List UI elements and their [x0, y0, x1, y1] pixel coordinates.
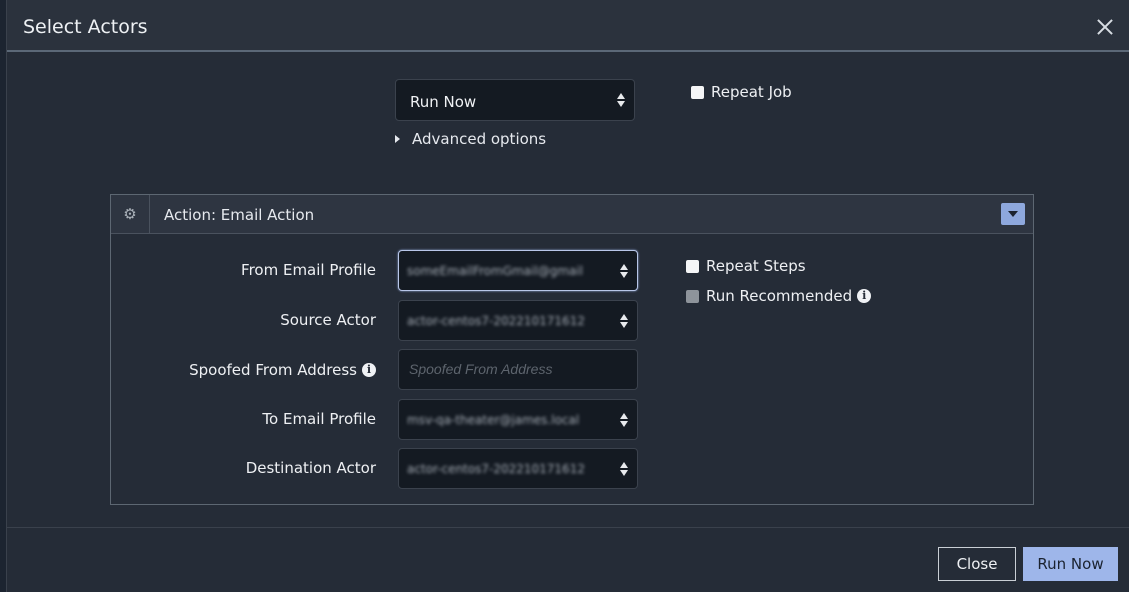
action-panel-header: ⚙ Action: Email Action: [111, 195, 1033, 234]
info-icon[interactable]: i: [362, 363, 376, 377]
close-button[interactable]: Close: [938, 547, 1016, 581]
footer-divider: [7, 527, 1129, 528]
from-email-profile-value: someEmailFromGmail@gmail: [407, 264, 584, 278]
repeat-job-label: Repeat Job: [711, 83, 792, 101]
action-title: Action: Email Action: [164, 206, 315, 224]
checkbox-box[interactable]: [691, 85, 704, 99]
run-recommended-checkbox[interactable]: Run Recommended i: [686, 287, 872, 305]
spoofed-from-address-label: Spoofed From Address: [189, 361, 357, 379]
schedule-selected-value: Run Now: [410, 93, 477, 111]
source-actor-value: actor-centos7-202210171612: [407, 314, 585, 328]
gear-icon[interactable]: ⚙: [111, 195, 150, 233]
spoofed-from-address-input[interactable]: [409, 361, 627, 377]
to-email-profile-value: msv-qa-theater@james.local: [407, 413, 580, 427]
checkbox-box[interactable]: [686, 259, 699, 273]
select-arrows-icon: [617, 93, 625, 107]
select-arrows-icon: [620, 462, 628, 476]
select-arrows-icon: [620, 264, 628, 278]
run-now-button[interactable]: Run Now: [1023, 547, 1118, 581]
close-icon[interactable]: [1093, 15, 1117, 39]
spoofed-from-address-field[interactable]: [398, 349, 638, 390]
from-email-profile-label: From Email Profile: [241, 261, 376, 279]
repeat-steps-label: Repeat Steps: [706, 257, 806, 275]
source-actor-select[interactable]: actor-centos7-202210171612: [398, 300, 638, 341]
advanced-options-toggle[interactable]: Advanced options: [395, 130, 546, 148]
schedule-select[interactable]: Run Now: [395, 79, 635, 121]
run-recommended-label: Run Recommended: [706, 287, 853, 305]
source-actor-label: Source Actor: [280, 311, 376, 329]
spoofed-from-address-label-row: Spoofed From Address i: [111, 361, 376, 379]
repeat-steps-checkbox[interactable]: Repeat Steps: [686, 257, 806, 275]
from-email-profile-select[interactable]: someEmailFromGmail@gmail: [398, 250, 638, 291]
destination-actor-select[interactable]: actor-centos7-202210171612: [398, 448, 638, 489]
destination-actor-label: Destination Actor: [245, 459, 376, 477]
dialog-header: Select Actors: [7, 0, 1129, 52]
destination-actor-value: actor-centos7-202210171612: [407, 462, 585, 476]
select-arrows-icon: [620, 314, 628, 328]
action-panel: ⚙ Action: Email Action From Email Profil…: [110, 194, 1034, 505]
advanced-options-label: Advanced options: [412, 130, 547, 148]
select-arrows-icon: [620, 413, 628, 427]
repeat-job-checkbox[interactable]: Repeat Job: [691, 83, 792, 101]
to-email-profile-label: To Email Profile: [262, 410, 376, 428]
to-email-profile-select[interactable]: msv-qa-theater@james.local: [398, 399, 638, 440]
info-icon[interactable]: i: [857, 289, 872, 303]
select-actors-dialog: Select Actors Run Now Repeat Job Advance…: [6, 0, 1129, 592]
checkbox-box-disabled[interactable]: [686, 289, 699, 303]
caret-right-icon: [395, 135, 400, 143]
collapse-button[interactable]: [1001, 203, 1025, 225]
dialog-title: Select Actors: [23, 16, 148, 38]
